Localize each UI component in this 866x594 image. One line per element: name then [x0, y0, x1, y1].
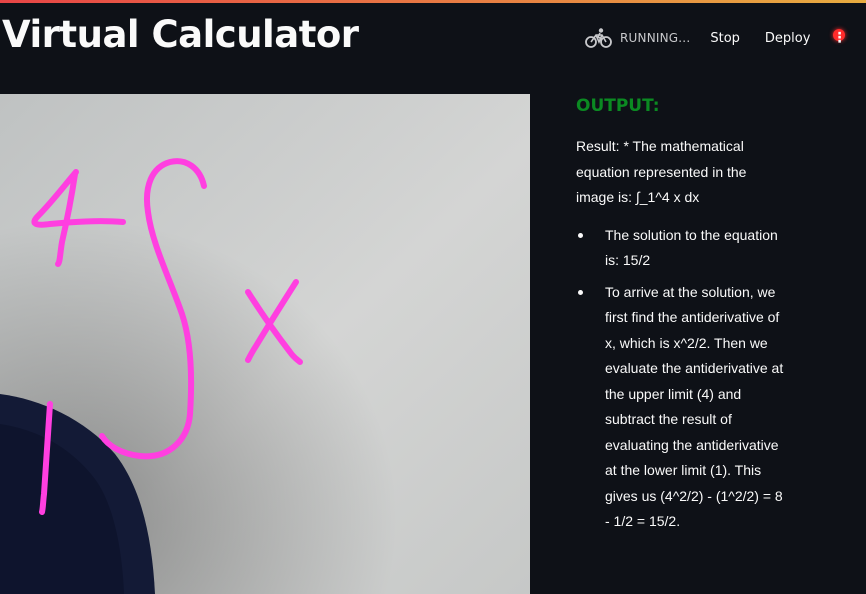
output-heading: OUTPUT: — [576, 96, 660, 116]
webcam-frame-image — [0, 94, 530, 594]
app-toolbar: RUNNING... Stop Deploy ⋮ — [585, 26, 848, 50]
stop-button[interactable]: Stop — [710, 31, 740, 46]
main-menu-button[interactable]: ⋮ — [830, 26, 848, 50]
status-label: RUNNING... — [620, 31, 691, 45]
app-header: Virtual Calculator RUNNING... Stop Deplo… — [0, 3, 866, 67]
webcam-feed — [0, 94, 530, 594]
running-bicycle-icon — [585, 28, 612, 48]
running-status: RUNNING... — [585, 27, 690, 49]
page-title: Virtual Calculator — [2, 13, 359, 56]
output-panel: OUTPUT: Result: * The mathematical equat… — [576, 94, 856, 541]
deploy-button[interactable]: Deploy — [765, 31, 811, 46]
list-item: The solution to the equation is: 15/2 — [576, 223, 785, 274]
result-bullet-list: The solution to the equation is: 15/2 To… — [576, 223, 856, 535]
kebab-menu-icon: ⋮ — [832, 30, 847, 46]
result-text: Result: * The mathematical equation repr… — [576, 138, 747, 205]
list-item: To arrive at the solution, we first find… — [576, 280, 785, 535]
